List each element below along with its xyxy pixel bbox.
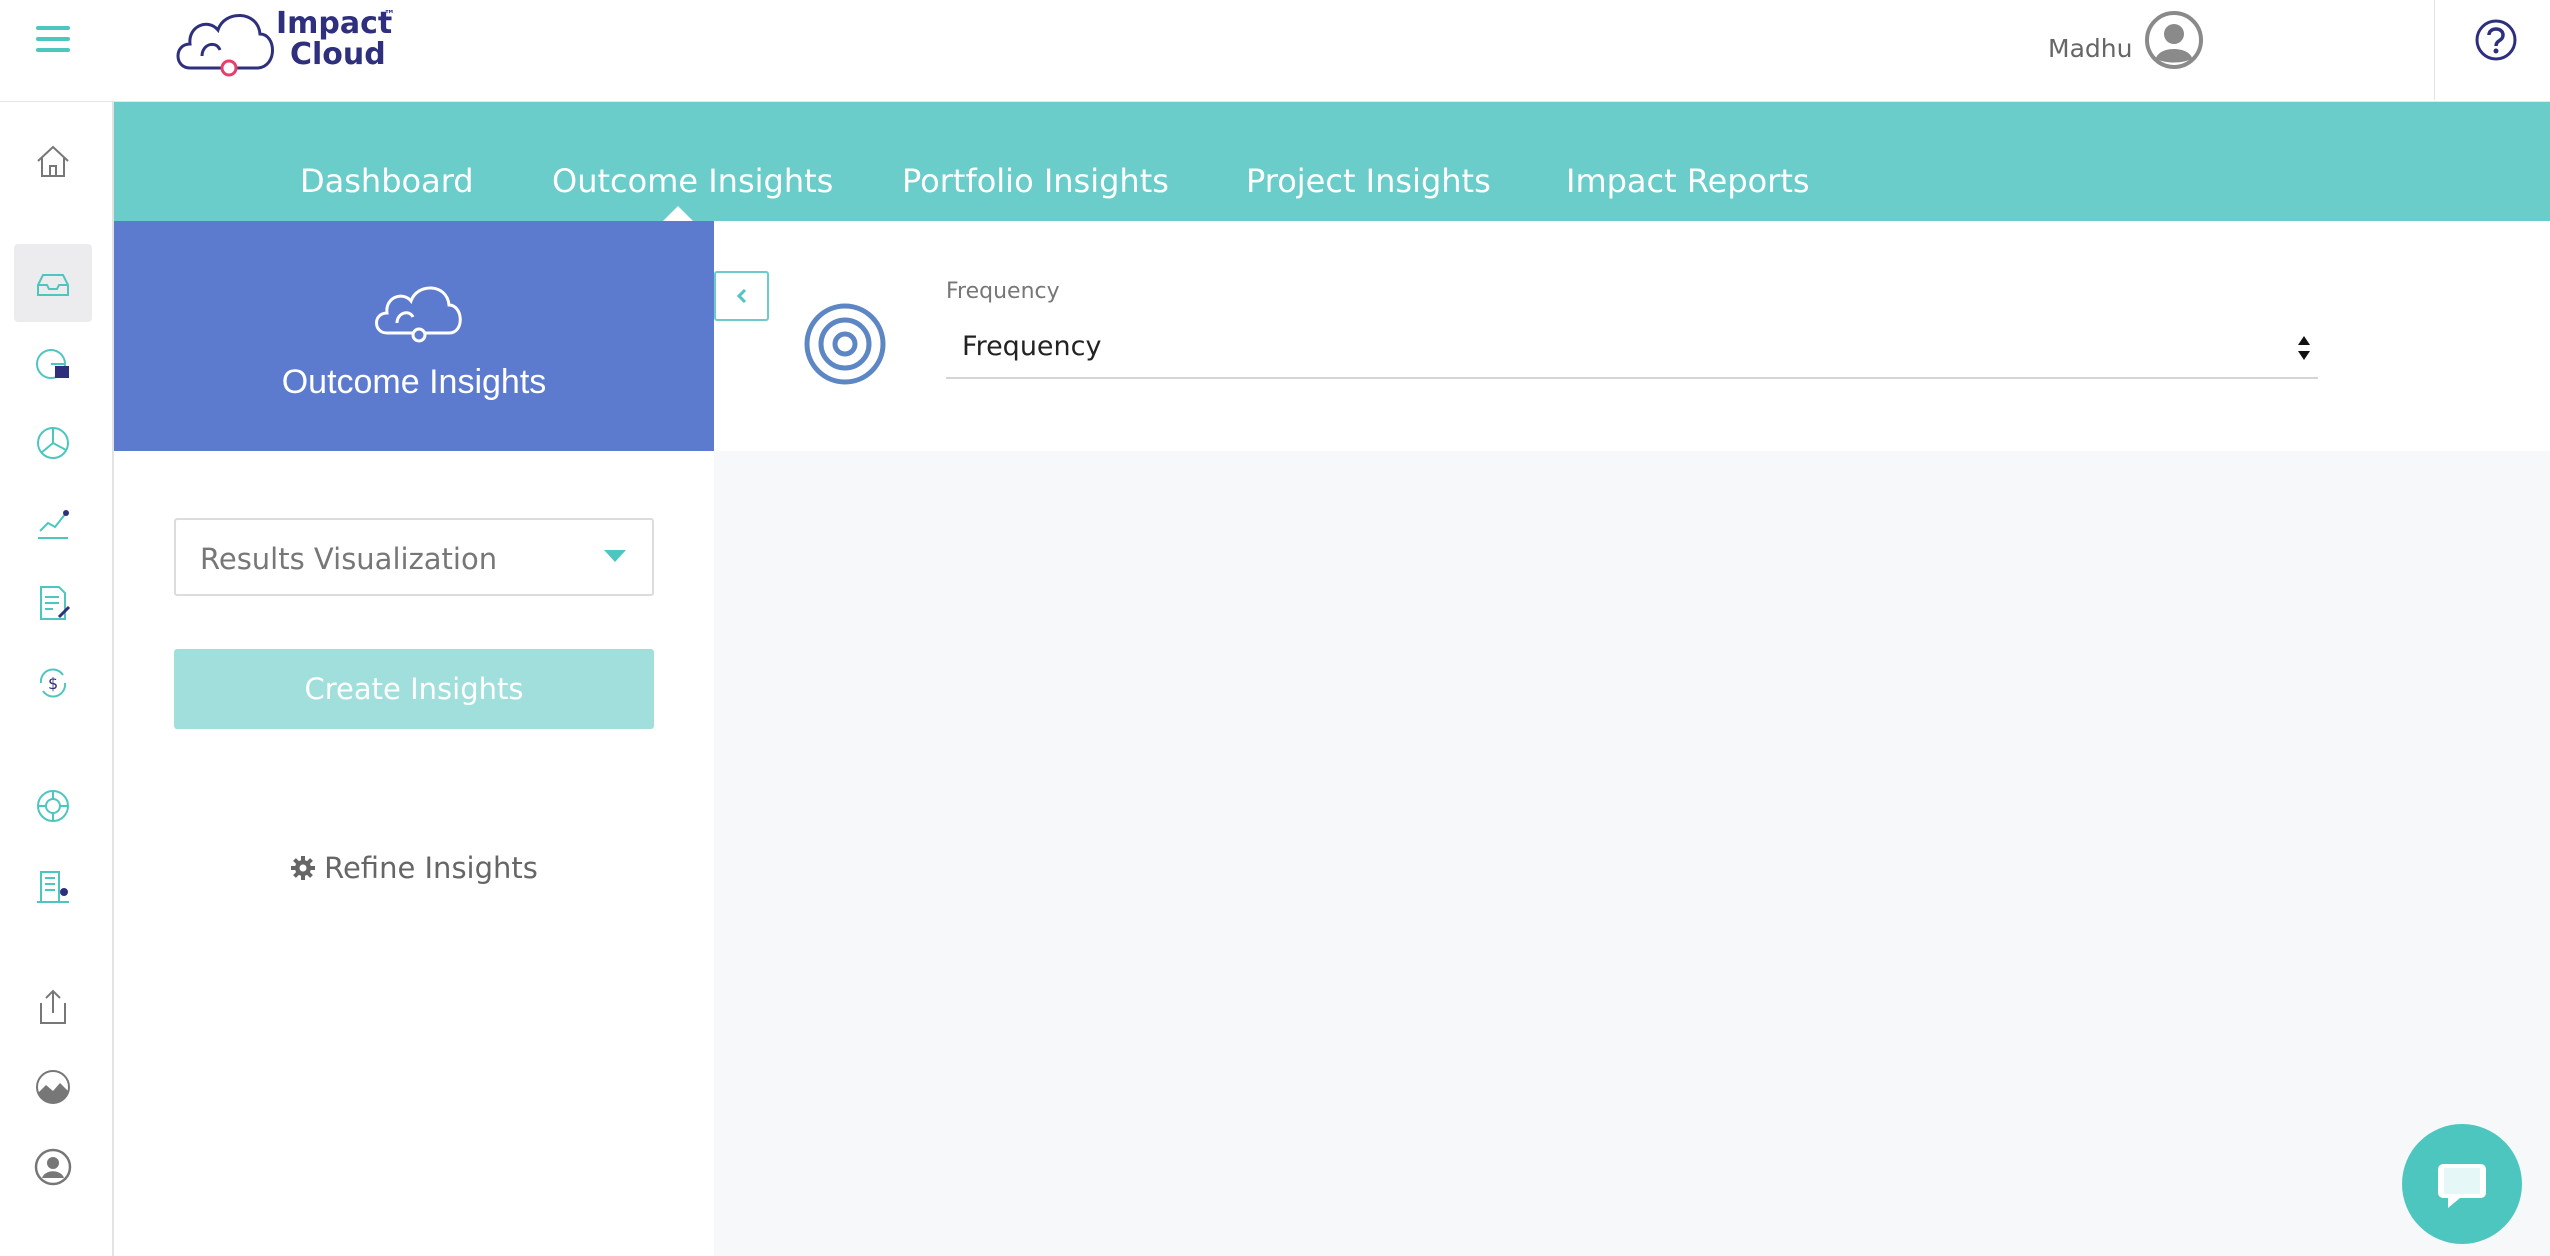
rail-globe-chart[interactable]: [14, 404, 92, 482]
active-tab-indicator: [662, 206, 694, 222]
building-icon: [37, 871, 69, 903]
main-content-area: [714, 451, 2550, 1256]
rail-lifebuoy[interactable]: [14, 767, 92, 845]
rail-export[interactable]: [14, 968, 92, 1046]
panel-title: Outcome Insights: [281, 363, 547, 401]
globe-chart-icon: [37, 427, 69, 459]
rail-inbox[interactable]: [14, 244, 92, 322]
currency-cycle-icon: $: [39, 668, 67, 698]
left-rail: $: [0, 102, 114, 1256]
target-icon: [804, 303, 886, 385]
top-header: Impact Cloud ™ Madhu: [0, 0, 2550, 102]
visualization-select-value: Results Visualization: [200, 542, 498, 576]
home-icon: [37, 145, 69, 177]
rail-home[interactable]: [14, 122, 92, 200]
chevron-left-icon: [736, 288, 746, 304]
export-icon: [40, 989, 66, 1024]
header-divider: [2434, 0, 2435, 100]
tab-dashboard[interactable]: Dashboard: [300, 162, 474, 200]
collapse-panel-button[interactable]: [714, 271, 769, 321]
lifebuoy-icon: [37, 790, 69, 822]
create-insights-button[interactable]: Create Insights: [174, 649, 654, 729]
filter-bar: Frequency Frequency: [714, 221, 2550, 451]
rail-currency[interactable]: $: [14, 644, 92, 722]
tab-impact-reports[interactable]: Impact Reports: [1566, 162, 1810, 200]
user-avatar-icon[interactable]: [2144, 10, 2204, 70]
svg-text:$: $: [48, 674, 58, 693]
trend-chart-icon: [38, 510, 69, 539]
document-edit-icon: [40, 586, 71, 620]
panel-header: Outcome Insights: [114, 221, 714, 451]
panel-body: Results Visualization Create Insights Re…: [114, 451, 714, 1256]
landscape-icon: [36, 1070, 70, 1104]
frequency-select[interactable]: Frequency: [946, 319, 2318, 379]
top-nav: Dashboard Outcome Insights Portfolio Ins…: [114, 102, 2550, 221]
user-profile-icon: [34, 1148, 72, 1186]
refine-insights-label: Refine Insights: [324, 851, 538, 885]
logo-trademark: ™: [384, 8, 395, 21]
pie-report-icon: [36, 349, 69, 379]
chat-widget-button[interactable]: [2402, 1124, 2522, 1244]
menu-icon[interactable]: [36, 26, 70, 56]
chat-icon: [2438, 1164, 2486, 1208]
refine-insights-link[interactable]: Refine Insights: [114, 851, 714, 885]
sort-arrows-icon: [2298, 336, 2310, 360]
logo-line2: Cloud: [290, 37, 386, 72]
tab-portfolio-insights[interactable]: Portfolio Insights: [902, 162, 1169, 200]
rail-pie-report[interactable]: [14, 325, 92, 403]
tab-project-insights[interactable]: Project Insights: [1246, 162, 1491, 200]
user-name[interactable]: Madhu: [2048, 34, 2132, 63]
inbox-icon: [37, 274, 69, 296]
cloud-icon: [375, 286, 462, 343]
rail-landscape[interactable]: [14, 1048, 92, 1126]
logo-line1: Impact: [276, 6, 393, 41]
tab-outcome-insights[interactable]: Outcome Insights: [552, 162, 833, 200]
help-icon[interactable]: [2474, 18, 2518, 62]
rail-trend-chart[interactable]: [14, 484, 92, 562]
rail-building[interactable]: [14, 847, 92, 925]
rail-profile[interactable]: [14, 1128, 92, 1206]
visualization-select[interactable]: Results Visualization: [174, 518, 654, 596]
caret-down-icon: [604, 550, 626, 562]
frequency-label: Frequency: [946, 279, 1060, 304]
frequency-select-value: Frequency: [962, 331, 1102, 362]
gear-icon: [291, 856, 316, 880]
impact-cloud-logo[interactable]: Impact Cloud ™: [172, 0, 402, 82]
cloud-logo-icon: [176, 14, 274, 77]
rail-document[interactable]: [14, 564, 92, 642]
